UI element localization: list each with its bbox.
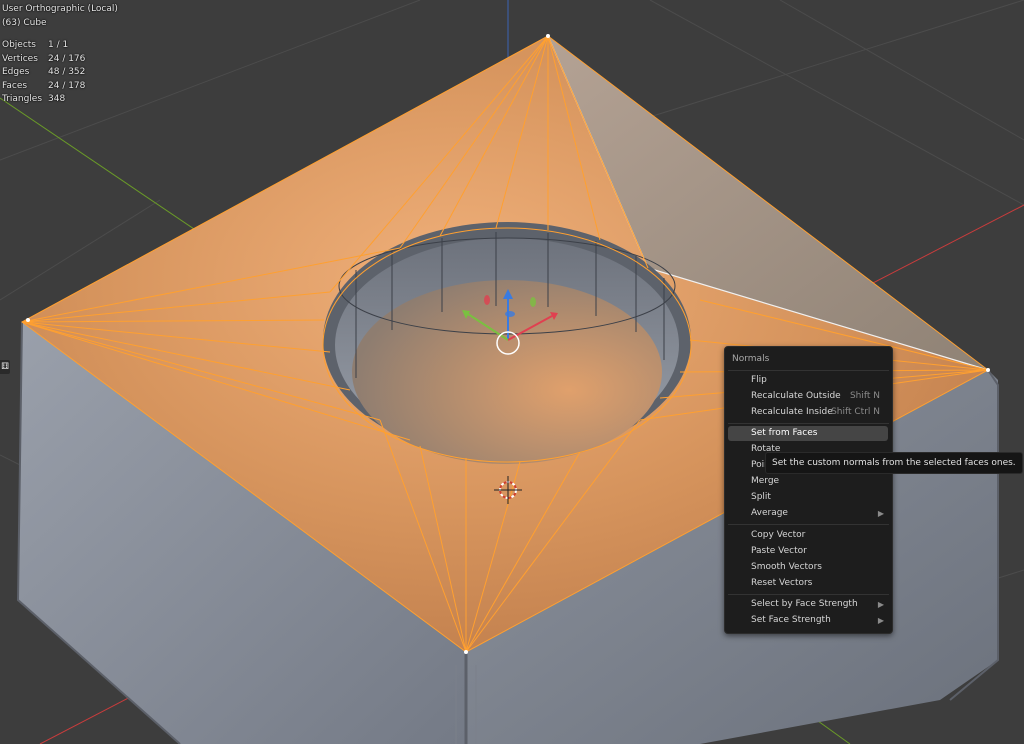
stat-row: Vertices 24 / 176 <box>2 53 118 67</box>
menu-item-set-face-strength[interactable]: Set Face Strength ▶ <box>728 613 888 628</box>
menu-item-paste-vector[interactable]: Paste Vector <box>728 544 888 559</box>
menu-item-reset-vectors[interactable]: Reset Vectors <box>728 576 888 591</box>
menu-item-split[interactable]: Split <box>728 490 888 505</box>
menu-item-label: Recalculate Outside <box>751 391 841 401</box>
menu-item-smooth-vectors[interactable]: Smooth Vectors <box>728 560 888 575</box>
menu-item-select-by-face-strength[interactable]: Select by Face Strength ▶ <box>728 597 888 612</box>
menu-item-label: Flip <box>751 375 767 385</box>
3d-viewport[interactable]: User Orthographic (Local) (63) Cube Obje… <box>0 0 1024 744</box>
tooltip: Set the custom normals from the selected… <box>765 452 1023 474</box>
stat-value: 348 <box>48 94 66 104</box>
submenu-arrow-icon: ▶ <box>877 616 884 625</box>
menu-item-label: Set Face Strength <box>751 615 831 625</box>
dice-icon[interactable]: ⚅ <box>0 360 10 374</box>
stat-value: 1 / 1 <box>48 40 69 50</box>
menu-item-label: Split <box>751 492 771 502</box>
shortcut-label: Shift Ctrl N <box>831 407 880 417</box>
menu-item-label: Smooth Vectors <box>751 562 822 572</box>
stat-label: Triangles <box>2 94 43 104</box>
menu-divider <box>728 423 889 424</box>
menu-title: Normals <box>732 354 770 364</box>
menu-item-label: Merge <box>751 476 780 486</box>
menu-item-label: Average <box>751 508 788 518</box>
menu-item-flip[interactable]: Flip <box>728 373 888 388</box>
stat-row: Triangles 348 <box>2 93 118 107</box>
menu-divider <box>728 524 889 525</box>
viewport-overlay: User Orthographic (Local) (63) Cube Obje… <box>2 3 118 107</box>
menu-item-set-from-faces[interactable]: Set from Faces <box>728 426 888 441</box>
menu-divider <box>728 594 889 595</box>
normals-menu: Normals Flip Recalculate Outside Shift N … <box>724 346 893 634</box>
view-name: User Orthographic (Local) <box>2 4 118 14</box>
menu-item-average[interactable]: Average ▶ <box>728 506 888 521</box>
menu-item-label: Recalculate Inside <box>751 407 833 417</box>
stat-row: Edges 48 / 352 <box>2 66 118 80</box>
menu-item-label: Set from Faces <box>751 428 818 438</box>
submenu-arrow-icon: ▶ <box>877 509 884 518</box>
shortcut-label: Shift N <box>849 391 880 401</box>
object-name: (63) Cube <box>2 17 47 28</box>
menu-item-recalculate-outside[interactable]: Recalculate Outside Shift N <box>728 389 888 404</box>
menu-item-label: Select by Face Strength <box>751 599 858 609</box>
stat-row: Faces 24 / 178 <box>2 80 118 94</box>
stat-label: Vertices <box>2 53 38 64</box>
stat-value: 24 / 178 <box>48 80 86 91</box>
menu-divider <box>728 370 889 371</box>
menu-item-label: Paste Vector <box>751 546 807 556</box>
menu-item-label: Reset Vectors <box>751 578 813 588</box>
stat-value: 48 / 352 <box>48 67 86 77</box>
stat-label: Faces <box>2 80 28 91</box>
menu-item-recalculate-inside[interactable]: Recalculate Inside Shift Ctrl N <box>728 405 888 420</box>
stat-row: Objects 1 / 1 <box>2 39 118 53</box>
menu-item-label: Copy Vector <box>751 530 806 540</box>
menu-item-copy-vector[interactable]: Copy Vector <box>728 528 888 543</box>
submenu-arrow-icon: ▶ <box>877 600 884 609</box>
menu-item-merge[interactable]: Merge <box>728 474 888 489</box>
stat-label: Edges <box>2 67 30 77</box>
stat-label: Objects <box>2 40 37 50</box>
stat-value: 24 / 176 <box>48 53 86 64</box>
